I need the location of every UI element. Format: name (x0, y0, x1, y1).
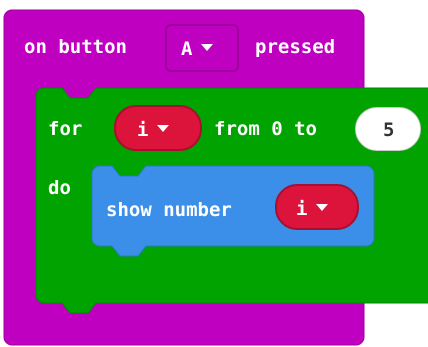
do-label: do (48, 177, 71, 199)
for-variable-dropdown[interactable]: i (114, 105, 202, 151)
for-label: for (48, 118, 83, 140)
chevron-down-icon (316, 204, 329, 211)
blocks-workspace: on button A pressed for i from 0 to 5 do… (0, 0, 428, 347)
show-variable-dropdown[interactable]: i (275, 184, 359, 230)
on-button-label: on button (24, 36, 127, 58)
button-dropdown[interactable]: A (165, 24, 239, 72)
pressed-label: pressed (255, 36, 336, 58)
show-number-label: show number (106, 199, 232, 221)
end-value: 5 (383, 119, 395, 141)
chevron-down-icon (201, 44, 214, 51)
chevron-down-icon (157, 125, 170, 132)
show-variable-value: i (296, 198, 308, 220)
for-variable-value: i (137, 119, 149, 141)
from-to-label: from 0 to (214, 118, 317, 140)
button-dropdown-value: A (181, 38, 193, 60)
end-value-input[interactable]: 5 (355, 107, 421, 151)
